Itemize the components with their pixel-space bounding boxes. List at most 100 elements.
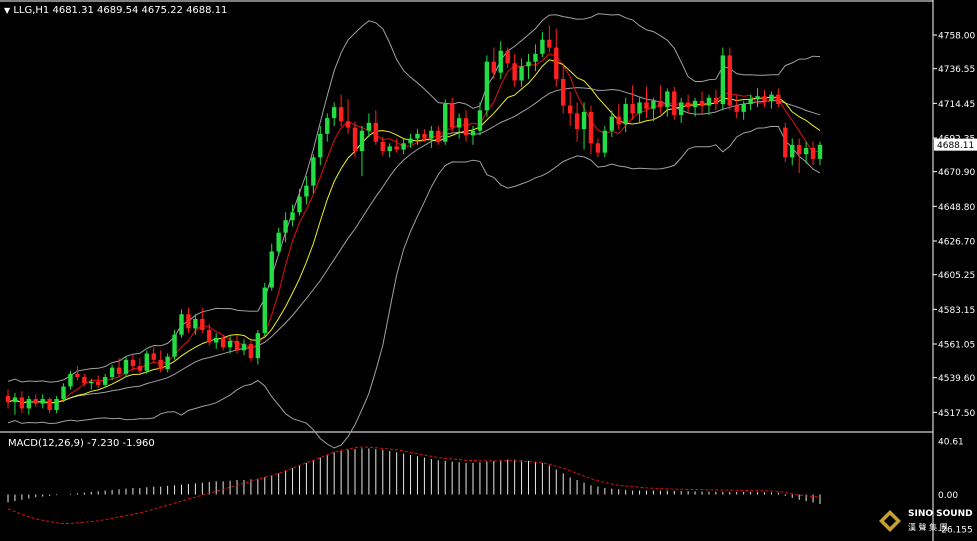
- candle-body: [290, 212, 295, 221]
- price-tick-label: 4561.05: [938, 341, 975, 351]
- candle-body: [255, 333, 261, 359]
- candle-body: [484, 61, 490, 111]
- candle-body: [692, 100, 698, 108]
- candle-body: [443, 104, 448, 142]
- candle-body: [512, 63, 517, 81]
- candle-body: [463, 118, 469, 136]
- candle-body: [734, 105, 739, 112]
- candle-body: [762, 96, 767, 101]
- candle-body: [456, 118, 462, 128]
- candle-body: [713, 97, 719, 105]
- candle-body: [519, 66, 524, 81]
- moving-averages: [7, 53, 821, 405]
- candle-body: [720, 55, 726, 105]
- candle-body: [116, 367, 122, 374]
- ma-fast-line: [7, 53, 821, 405]
- price-tick-label: 4539.60: [938, 374, 975, 384]
- candle-body: [158, 359, 163, 370]
- candle-body: [172, 334, 177, 357]
- candle-body: [241, 344, 247, 351]
- candle-body: [109, 367, 115, 378]
- macd-tick-label: 0.00: [938, 491, 958, 501]
- candle-body: [574, 113, 580, 130]
- candle-body: [331, 107, 337, 119]
- candle-body: [623, 104, 628, 125]
- candle-body: [651, 100, 656, 109]
- candle-body: [276, 232, 281, 252]
- candle-body: [415, 133, 420, 139]
- candle-body: [207, 329, 212, 343]
- candle-body: [234, 340, 240, 351]
- bollinger-lower: [7, 125, 821, 449]
- candle-body: [776, 94, 781, 105]
- candle-body: [33, 399, 38, 404]
- candle-body: [429, 130, 434, 139]
- candle-body: [533, 53, 538, 62]
- candle-body: [123, 359, 129, 374]
- candle-body: [165, 356, 170, 370]
- candle-body: [12, 397, 18, 403]
- candle-body: [96, 381, 101, 385]
- price-tick-label: 4626.70: [938, 238, 975, 248]
- price-tick-label: 4670.90: [938, 168, 975, 178]
- candle-body: [755, 96, 760, 100]
- macd-title: MACD(12,26,9) -7.230 -1.960: [8, 438, 155, 449]
- candle-body: [449, 104, 455, 128]
- candle-body: [678, 102, 684, 116]
- candle-body: [685, 102, 691, 108]
- price-tick-label: 4648.80: [938, 203, 975, 213]
- candle-body: [637, 102, 642, 114]
- candle-body: [581, 111, 587, 130]
- candle-body: [283, 220, 288, 233]
- candle-body: [26, 399, 32, 409]
- candle-body: [387, 146, 392, 152]
- candle-body: [616, 116, 621, 125]
- candle-body: [19, 397, 25, 409]
- candle-body: [727, 55, 732, 106]
- candle-body: [665, 91, 670, 108]
- price-tick-label: 4605.25: [938, 271, 975, 281]
- candle-body: [75, 373, 80, 378]
- candle-body: [325, 118, 330, 134]
- candle-body: [810, 147, 816, 159]
- candle-body: [248, 344, 254, 359]
- price-axis: 4758.004736.554714.454692.354670.904648.…: [933, 32, 977, 419]
- candle-body: [394, 146, 399, 150]
- candle-body: [630, 104, 635, 114]
- candle-body: [338, 107, 344, 122]
- price-tick-label: 4583.15: [938, 306, 975, 316]
- candle-body: [401, 143, 406, 150]
- sino-sound-logo: SINO SOUND 漢 聲 集 團: [878, 507, 977, 541]
- candle-body: [40, 399, 45, 404]
- candle-body: [796, 144, 802, 155]
- candle-body: [5, 395, 11, 403]
- chart-title: LLG,H1 4681.31 4689.54 4675.22 4688.11: [13, 5, 228, 16]
- candle-body: [179, 314, 184, 335]
- candle-body: [658, 100, 663, 108]
- logo-name: SINO SOUND: [908, 509, 973, 519]
- candle-body: [304, 185, 309, 197]
- candle-body: [588, 111, 594, 144]
- candle-body: [269, 251, 274, 288]
- candle-body: [311, 157, 316, 186]
- candle-body: [186, 314, 191, 329]
- ma-slow-line: [7, 59, 821, 404]
- candle-body: [602, 130, 608, 153]
- candle-body: [366, 122, 372, 131]
- bollinger-bands: [7, 13, 821, 449]
- candle-body: [380, 141, 385, 152]
- candle-body: [783, 127, 788, 158]
- candle-body: [567, 105, 573, 114]
- candle-body: [227, 340, 233, 348]
- candle-body: [144, 353, 150, 371]
- candle-body: [130, 359, 136, 367]
- logo-icon: [879, 510, 901, 532]
- candle-body: [491, 61, 497, 73]
- candle-body: [200, 318, 205, 330]
- triangle-down-icon[interactable]: ▼: [4, 6, 10, 15]
- candle-body: [436, 130, 441, 142]
- candle-body: [137, 366, 143, 371]
- candle-body: [803, 147, 809, 155]
- price-tick-label: 4714.45: [938, 100, 975, 110]
- candle-body: [318, 133, 323, 158]
